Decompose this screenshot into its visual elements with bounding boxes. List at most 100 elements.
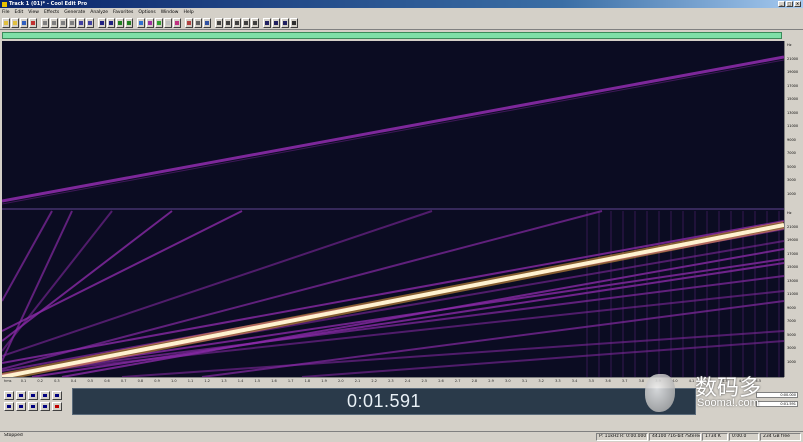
cd-button[interactable] <box>164 17 172 28</box>
time-tick: 1.0 <box>171 379 177 383</box>
time-tick: 1.8 <box>304 379 311 383</box>
freq-tick: 19000 <box>787 238 799 242</box>
waveform-button[interactable] <box>137 17 145 28</box>
zoom-button[interactable] <box>107 17 115 28</box>
freq-tick: 1000 <box>787 359 796 364</box>
time-tick: 0.6 <box>104 379 110 383</box>
analyze1-button[interactable] <box>263 17 271 28</box>
copy-icon <box>52 20 56 25</box>
status-bar: Stopped P: 11kHz R: 0:00.000 44100 ?16-b… <box>0 431 803 442</box>
menu-edit[interactable]: Edit <box>15 10 24 15</box>
menu-favorites[interactable]: Favorites <box>113 10 133 15</box>
undo-button[interactable] <box>77 17 85 28</box>
play-loop-button[interactable] <box>40 391 50 400</box>
status-cell-3: 1734 K <box>702 433 728 441</box>
close-button[interactable] <box>29 17 37 28</box>
time-tick: 3.7 <box>621 379 628 383</box>
time-tick: 2.4 <box>404 379 411 383</box>
info-button[interactable] <box>203 17 211 28</box>
loop-button[interactable] <box>173 17 181 28</box>
help-button[interactable] <box>290 17 298 28</box>
spectral-button[interactable] <box>146 17 154 28</box>
freq-tick: 9000 <box>787 137 796 142</box>
play-to-end-button[interactable] <box>52 391 62 400</box>
effect4-button[interactable] <box>242 17 250 28</box>
freq-tick: 15000 <box>787 265 799 269</box>
spectral-view[interactable] <box>2 41 784 377</box>
select-button[interactable] <box>98 17 106 28</box>
spectral-canvas[interactable] <box>2 41 784 377</box>
freq-tick: 5000 <box>787 332 796 337</box>
pause-button[interactable] <box>28 391 38 400</box>
analyze2-icon <box>274 20 278 25</box>
rewind-icon <box>19 405 23 408</box>
save-button[interactable] <box>20 17 28 28</box>
effect1-button[interactable] <box>215 17 223 28</box>
metronome-button[interactable] <box>185 17 193 28</box>
redo-button[interactable] <box>86 17 94 28</box>
menu-options[interactable]: Options <box>138 10 155 15</box>
analyze3-button[interactable] <box>281 17 289 28</box>
analyze2-button[interactable] <box>272 17 280 28</box>
cd-icon <box>166 20 170 25</box>
effect2-button[interactable] <box>224 17 232 28</box>
scrub-icon <box>118 20 122 25</box>
freq-tick: Hz <box>787 43 792 47</box>
maximize-button[interactable]: □ <box>786 1 793 7</box>
multitrack-icon <box>157 20 161 25</box>
watermark-en: Sooma!.com <box>697 397 759 409</box>
metronome-icon <box>187 20 191 25</box>
effect5-button[interactable] <box>251 17 259 28</box>
time-tick: 3.8 <box>638 379 645 383</box>
title-bar: Track 1 (01)* - Cool Edit Pro _ □ × <box>0 0 803 8</box>
menu-analyze[interactable]: Analyze <box>90 10 108 15</box>
multitrack-button[interactable] <box>155 17 163 28</box>
fast-forward-button[interactable] <box>28 402 38 411</box>
go-start-button[interactable] <box>4 402 14 411</box>
harmonic-line <box>2 220 784 364</box>
settings-button[interactable] <box>194 17 202 28</box>
harmonic-line <box>61 248 784 377</box>
new-button[interactable] <box>2 17 10 28</box>
go-end-button[interactable] <box>40 402 50 411</box>
hybrid-button[interactable] <box>125 17 133 28</box>
freq-tick: 21000 <box>787 224 799 229</box>
overview-bar[interactable] <box>2 32 782 39</box>
time-tick: 3.1 <box>521 379 528 383</box>
time-tick: 0.9 <box>154 379 160 383</box>
time-tick: 2.5 <box>421 379 428 383</box>
rewind-button[interactable] <box>16 402 26 411</box>
spectral-icon <box>148 20 152 25</box>
record-button[interactable] <box>52 402 62 411</box>
menu-view[interactable]: View <box>28 10 39 15</box>
harmonic-line <box>2 210 243 332</box>
stop-button[interactable] <box>4 391 14 400</box>
freq-tick: 19000 <box>787 70 799 74</box>
paste-button[interactable] <box>59 17 67 28</box>
menu-window[interactable]: Window <box>161 10 179 15</box>
time-tick: 0.7 <box>120 379 127 383</box>
mix-paste-button[interactable] <box>68 17 76 28</box>
menu-file[interactable]: File <box>2 10 10 15</box>
scrub-button[interactable] <box>116 17 124 28</box>
paste-icon <box>61 20 65 25</box>
time-tick: 1.4 <box>237 379 244 383</box>
fast-forward-icon <box>31 405 35 408</box>
menu-effects[interactable]: Effects <box>44 10 59 15</box>
menu-help[interactable]: Help <box>183 10 193 15</box>
time-tick: 3.3 <box>555 379 561 383</box>
freq-tick: 15000 <box>787 97 799 101</box>
time-tick: 0.4 <box>70 379 77 383</box>
time-tick: 3.6 <box>605 379 611 383</box>
play-icon <box>19 394 23 397</box>
close-button[interactable]: × <box>794 1 801 7</box>
minimize-button[interactable]: _ <box>778 1 785 7</box>
status-cell-4: 0:00.0 <box>729 433 759 441</box>
menu-generate[interactable]: Generate <box>64 10 85 15</box>
play-button[interactable] <box>16 391 26 400</box>
open-button[interactable] <box>11 17 19 28</box>
effect2-icon <box>226 20 230 25</box>
copy-button[interactable] <box>50 17 58 28</box>
effect3-button[interactable] <box>233 17 241 28</box>
cut-button[interactable] <box>41 17 49 28</box>
